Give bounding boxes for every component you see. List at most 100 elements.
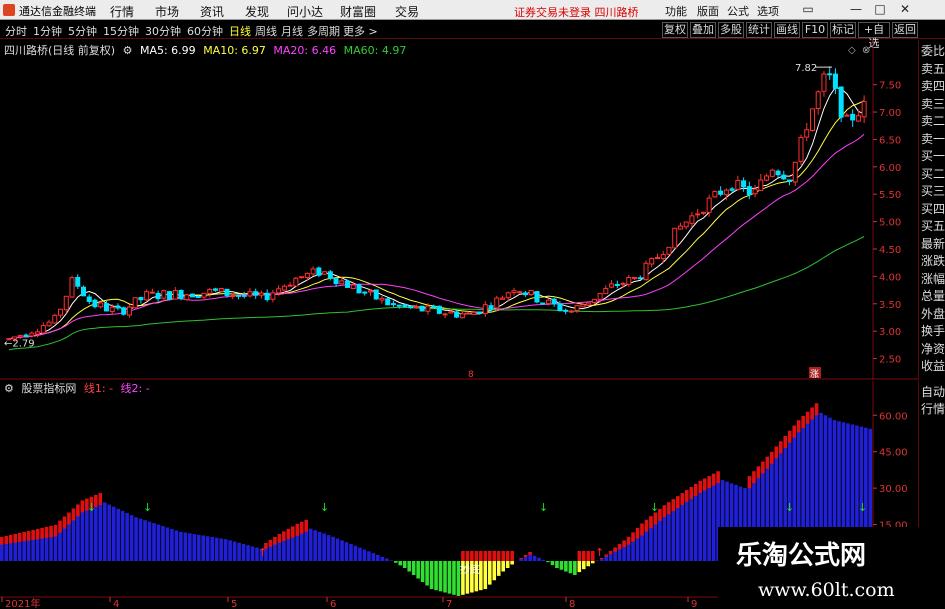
menu-item-discover[interactable]: 发现 bbox=[245, 3, 269, 20]
period-tab-multi[interactable]: 多周期 bbox=[307, 23, 340, 39]
period-tab-1min[interactable]: 1分钟 bbox=[33, 23, 62, 39]
side-item[interactable]: 委比 bbox=[920, 44, 945, 58]
side-item[interactable]: 外盘 bbox=[920, 307, 945, 321]
stock-label: 四川路桥(日线 前复权) bbox=[4, 44, 116, 57]
menu-item-exchange[interactable]: 市场 bbox=[155, 3, 179, 20]
candle bbox=[798, 134, 804, 165]
menu-item-news[interactable]: 资讯 bbox=[200, 3, 224, 20]
candle bbox=[408, 305, 414, 310]
adjust-button[interactable]: 复权 bbox=[662, 22, 688, 38]
period-tab-monthly[interactable]: 月线 bbox=[281, 23, 303, 39]
indicator-bar bbox=[138, 518, 143, 561]
side-item[interactable]: 卖四 bbox=[920, 79, 945, 93]
period-tab-intraday[interactable]: 分时 bbox=[5, 23, 27, 39]
menu-item-options[interactable]: 选项 bbox=[757, 3, 779, 19]
candlestick-chart[interactable]: 7.50 7.00 6.50 6.00 5.50 5.00 4.50 4.00 3.50 3.00… bbox=[0, 40, 918, 380]
side-item[interactable]: 买三 bbox=[920, 184, 945, 198]
minimize-icon[interactable]: — bbox=[848, 2, 864, 17]
indicator-bottom-bar bbox=[420, 561, 425, 582]
settings-gear-icon[interactable]: ⚙ bbox=[123, 44, 133, 57]
period-tab-more[interactable]: 更多 > bbox=[343, 23, 378, 39]
menu-item-ask[interactable]: 问小达 bbox=[287, 3, 323, 20]
candle bbox=[632, 276, 638, 280]
indicator-bar bbox=[689, 494, 694, 561]
draw-line-button[interactable]: 画线 bbox=[774, 22, 800, 38]
indicator-tick-label: 30.00 bbox=[879, 484, 908, 495]
side-item[interactable]: 收益 bbox=[920, 359, 945, 373]
menu-item-wealth-circle[interactable]: 财富圈 bbox=[340, 3, 376, 20]
indicator-bar bbox=[188, 533, 192, 561]
indicator-gear-icon[interactable]: ⚙ bbox=[4, 382, 14, 395]
side-item[interactable]: 总量 bbox=[920, 289, 945, 303]
menu-item-formula[interactable]: 公式 bbox=[727, 3, 749, 19]
candle bbox=[167, 291, 173, 300]
menu-item-market[interactable]: 行情 bbox=[110, 3, 134, 20]
indicator-bar bbox=[322, 533, 326, 561]
side-item[interactable]: 买五 bbox=[920, 219, 945, 233]
side-sub-item[interactable]: 自动 bbox=[920, 385, 945, 399]
close-pane-icon[interactable]: ⊗ bbox=[862, 45, 870, 56]
menu-item-layout[interactable]: 版面 bbox=[697, 3, 719, 19]
add-watchlist-button[interactable]: +自选 bbox=[858, 22, 890, 50]
side-item[interactable]: 卖二 bbox=[920, 114, 945, 128]
candle bbox=[471, 310, 477, 315]
side-item[interactable]: 卖三 bbox=[920, 97, 945, 111]
period-tab-15min[interactable]: 15分钟 bbox=[103, 23, 139, 39]
candle bbox=[683, 221, 689, 230]
indicator-bar bbox=[147, 521, 152, 561]
menu-item-function[interactable]: 功能 bbox=[665, 3, 687, 19]
menu-item-trade[interactable]: 交易 bbox=[395, 3, 419, 20]
candle bbox=[666, 246, 672, 256]
watermark-url: www.60lt.com bbox=[758, 579, 895, 601]
indicator-bar bbox=[170, 528, 174, 561]
maximize-icon[interactable]: □ bbox=[872, 2, 888, 17]
indicator-rising-cap bbox=[299, 521, 304, 534]
period-tab-weekly[interactable]: 周线 bbox=[255, 23, 277, 39]
time-tick-label: 4 bbox=[113, 599, 119, 609]
indicator-bar bbox=[125, 513, 129, 561]
side-item[interactable]: 买四 bbox=[920, 202, 945, 216]
side-item[interactable]: 换手 bbox=[920, 324, 945, 338]
side-item[interactable]: 涨跌 bbox=[920, 254, 945, 268]
event-marker[interactable]: 8 bbox=[468, 370, 474, 380]
restore-window-icon[interactable]: ▭ bbox=[800, 2, 816, 17]
limit-up-marker[interactable]: 涨 bbox=[810, 369, 819, 380]
period-tab-5min[interactable]: 5分钟 bbox=[68, 23, 97, 39]
side-item[interactable]: 最新 bbox=[920, 237, 945, 251]
side-item[interactable]: 涨幅 bbox=[920, 272, 945, 286]
statistics-button[interactable]: 统计 bbox=[746, 22, 772, 38]
candle bbox=[316, 266, 322, 278]
f10-button[interactable]: F10 bbox=[802, 22, 828, 38]
period-tab-30min[interactable]: 30分钟 bbox=[145, 23, 181, 39]
candle bbox=[132, 297, 138, 310]
period-tab-60min[interactable]: 60分钟 bbox=[187, 23, 223, 39]
back-button[interactable]: 返回 bbox=[892, 22, 918, 38]
sell-arrow-icon: ↓ bbox=[858, 501, 867, 514]
indicator-line1: 线1: - bbox=[83, 382, 114, 395]
candle bbox=[149, 288, 155, 294]
multi-stock-button[interactable]: 多股 bbox=[718, 22, 744, 38]
sell-arrow-icon: ↓ bbox=[143, 501, 152, 514]
overlay-button[interactable]: 叠加 bbox=[690, 22, 716, 38]
indicator-bar bbox=[179, 531, 183, 561]
side-item[interactable]: 净资 bbox=[920, 342, 945, 356]
diamond-icon[interactable]: ◇ bbox=[848, 45, 856, 56]
candle bbox=[540, 302, 546, 305]
indicator-bar bbox=[693, 491, 698, 561]
side-item[interactable]: 卖一 bbox=[920, 132, 945, 146]
side-sub-item[interactable]: 行情 bbox=[920, 402, 945, 416]
indicator-bar bbox=[649, 523, 653, 561]
candle bbox=[86, 294, 92, 304]
mark-button[interactable]: 标记 bbox=[830, 22, 856, 38]
indicator-bar bbox=[161, 526, 165, 561]
indicator-rising-cap bbox=[778, 441, 783, 454]
candle bbox=[821, 71, 827, 97]
indicator-rising-cap bbox=[523, 554, 528, 557]
candle bbox=[92, 298, 98, 309]
side-item[interactable]: 买一 bbox=[920, 149, 945, 163]
side-item[interactable]: 卖五 bbox=[920, 62, 945, 76]
indicator-rising-cap bbox=[644, 519, 649, 532]
side-item[interactable]: 买二 bbox=[920, 167, 945, 181]
close-icon[interactable]: ✕ bbox=[897, 2, 913, 17]
period-tab-daily[interactable]: 日线 bbox=[229, 23, 251, 39]
